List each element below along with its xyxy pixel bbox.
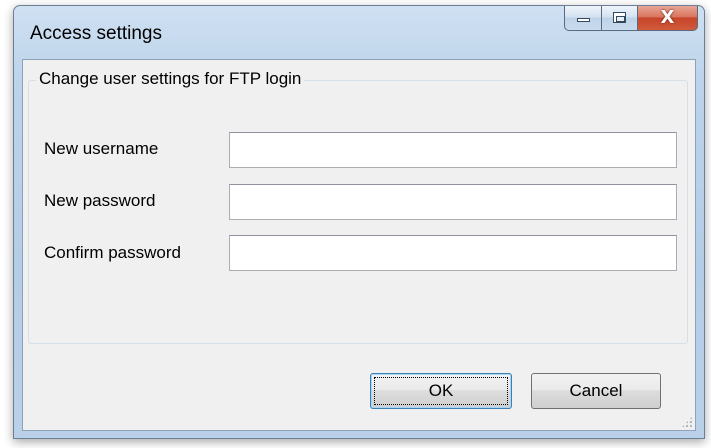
confirm-password-label: Confirm password [44,243,181,262]
ftp-login-groupbox: Change user settings for FTP login New u… [28,69,688,344]
dialog-body: Change user settings for FTP login New u… [22,59,696,431]
cancel-button[interactable]: Cancel [531,373,661,409]
ok-button-label: OK [428,381,454,400]
caption-buttons: X [564,6,698,31]
minimize-button[interactable] [564,6,602,31]
cancel-button-label: Cancel [569,381,623,400]
confirm-password-input[interactable] [229,235,677,271]
new-username-label: New username [44,139,159,158]
resize-grip[interactable] [681,416,693,428]
groupbox-legend: Change user settings for FTP login [36,69,305,89]
close-button[interactable]: X [638,6,698,31]
access-settings-window: Access settings X Change user settings f… [13,5,705,439]
minimize-icon [577,18,590,22]
new-password-input[interactable] [229,184,677,220]
new-password-label: New password [44,191,156,210]
window-title: Access settings [30,23,162,44]
close-icon: X [660,7,675,28]
ok-button[interactable]: OK [370,373,512,409]
maximize-button[interactable] [602,6,638,31]
new-username-input[interactable] [229,132,677,168]
maximize-icon [613,12,626,23]
